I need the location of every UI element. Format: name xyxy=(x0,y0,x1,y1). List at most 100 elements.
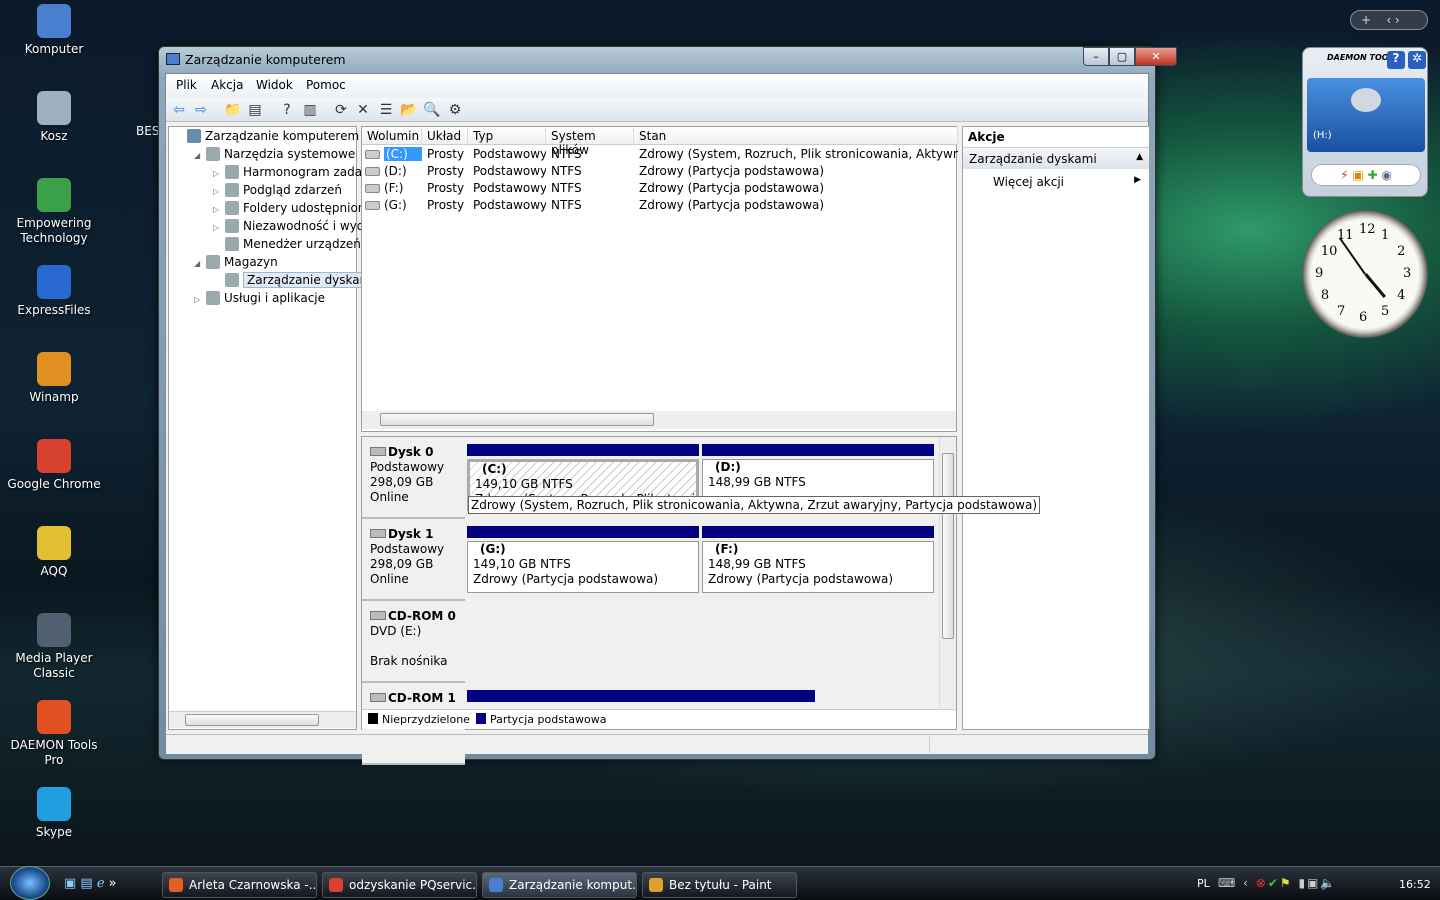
menu-widok[interactable]: Widok xyxy=(256,78,293,92)
sidebar-controls[interactable]: + ‹ › xyxy=(1350,10,1428,30)
tree-item[interactable]: ▷ Usługi i aplikacje xyxy=(194,291,325,305)
desktop-icon[interactable]: DAEMON Tools Pro xyxy=(0,696,108,768)
taskbar-button[interactable]: odzyskanie PQservic... xyxy=(322,872,477,898)
close-button[interactable]: ✕ xyxy=(1135,47,1177,66)
expander-icon[interactable]: ▷ xyxy=(213,187,225,196)
column-header[interactable]: Stan xyxy=(634,127,958,145)
expander-icon[interactable]: ◢ xyxy=(194,259,206,268)
scroll-thumb[interactable] xyxy=(942,453,954,639)
quick-launch[interactable]: ▣ ▤ ℯ » xyxy=(64,876,117,891)
desktop-icon[interactable]: ExpressFiles xyxy=(0,261,108,318)
up-folder-icon[interactable]: 📁 xyxy=(224,101,242,119)
expander-icon[interactable]: ▷ xyxy=(213,223,225,232)
desktop-icon[interactable]: Google Chrome xyxy=(0,435,108,492)
more-actions-item[interactable]: Więcej akcji ▶ xyxy=(963,173,1149,191)
table-row[interactable]: (G:) Prosty Podstawowy NTFS Zdrowy (Partycja… xyxy=(362,197,956,214)
desktop-icon[interactable]: Komputer xyxy=(0,0,108,57)
show-hide-tree-icon[interactable]: ▤ xyxy=(246,101,264,119)
tree-item[interactable]: ◢ Narzędzia systemowe xyxy=(194,147,355,161)
tree-item[interactable]: ▷ Foldery udostępnione xyxy=(213,201,373,215)
expander-icon[interactable]: ◢ xyxy=(194,151,206,160)
disk-label[interactable]: Dysk 1 Podstawowy 298,09 GB Online xyxy=(362,519,465,601)
taskbar-button[interactable]: Zarządzanie komput... xyxy=(482,872,637,898)
tree-item[interactable]: Zarządzanie dyskami xyxy=(213,272,379,288)
tree-item[interactable]: Menedżer urządzeń xyxy=(213,237,361,251)
forward-icon[interactable]: ⇨ xyxy=(192,101,210,119)
legend-swatch xyxy=(368,713,378,724)
table-cell: NTFS xyxy=(551,147,582,161)
shortcut-icon xyxy=(37,265,71,299)
actions-section-label: Zarządzanie dyskami xyxy=(969,152,1097,166)
tree-item[interactable]: Zarządzanie komputerem (loka xyxy=(175,129,392,143)
desktop-icon[interactable]: Winamp xyxy=(0,348,108,405)
table-cell: (D:) xyxy=(384,164,407,178)
task-label: Bez tytułu - Paint xyxy=(669,878,772,892)
desktop-icon-label: ExpressFiles xyxy=(17,303,91,317)
table-row[interactable]: (C:) Prosty Podstawowy NTFS Zdrowy (System, … xyxy=(362,146,958,163)
tray-icons[interactable]: ⌨ ‹ ⊗✔⚑ ▮▣🔈 xyxy=(1218,876,1337,890)
column-header[interactable]: Wolumin xyxy=(362,127,422,145)
expander-icon[interactable]: ▷ xyxy=(213,169,225,178)
start-button[interactable] xyxy=(10,866,50,900)
desktop-icon[interactable]: Kosz xyxy=(0,87,108,144)
volume-icon xyxy=(365,167,380,176)
clock-number: 9 xyxy=(1315,266,1324,281)
language-indicator[interactable]: PL xyxy=(1197,877,1210,890)
settings-icon[interactable]: ⚙ xyxy=(446,101,464,119)
taskbar-button[interactable]: Bez tytułu - Paint xyxy=(642,872,797,898)
delete-icon[interactable]: ✕ xyxy=(354,101,372,119)
table-row[interactable]: (F:) Prosty Podstawowy NTFS Zdrowy (Partycja… xyxy=(362,180,956,197)
more-actions-label: Więcej akcji xyxy=(993,175,1065,189)
help-icon[interactable]: ? xyxy=(278,101,296,119)
help-icon[interactable]: ? xyxy=(1387,51,1405,69)
tree-item[interactable]: ▷ Harmonogram zadań xyxy=(213,165,370,179)
tree-item[interactable]: ◢ Magazyn xyxy=(194,255,278,269)
taskbar-button[interactable]: Arleta Czarnowska -... xyxy=(162,872,317,898)
desktop-icon[interactable]: Empowering Technology xyxy=(0,174,108,246)
maximize-button[interactable]: ▢ xyxy=(1109,47,1135,66)
search-icon[interactable]: 🔍 xyxy=(423,101,441,119)
shortcut-icon xyxy=(37,439,71,473)
show-hide-action-icon[interactable]: ▥ xyxy=(301,101,319,119)
table-cell: Zdrowy (Partycja podstawowa) xyxy=(639,164,825,178)
toolbar: ⇦ ⇨ 📁 ▤? ▥ ⟳ ✕ ☰ 📂 🔍 ⚙ xyxy=(166,98,1148,122)
refresh-icon[interactable]: ⟳ xyxy=(332,101,350,119)
menu-akcja[interactable]: Akcja xyxy=(211,78,243,92)
tree-item-label: Magazyn xyxy=(224,255,278,269)
open-icon[interactable]: 📂 xyxy=(400,101,418,119)
clock-number: 2 xyxy=(1397,244,1406,259)
disk-label[interactable]: CD-ROM 0 DVD (E:) Brak nośnika xyxy=(362,601,465,683)
virtual-drive[interactable]: (H:) xyxy=(1307,78,1425,152)
menu-pomoc[interactable]: Pomoc xyxy=(306,78,346,92)
properties-icon[interactable]: ☰ xyxy=(377,101,395,119)
actions-section[interactable]: Zarządzanie dyskami ▲ xyxy=(963,147,1149,169)
gadget-actions[interactable]: ⚡ ▣ ✚ ◉ xyxy=(1311,164,1421,186)
tree-item-label: Podgląd zdarzeń xyxy=(243,183,342,197)
clock[interactable]: 16:52 xyxy=(1399,878,1431,891)
legend-label: Nieprzydzielone xyxy=(382,713,470,726)
column-header[interactable]: Układ xyxy=(422,127,468,145)
partition[interactable]: (F:) 148,99 GB NTFS Zdrowy (Partycja podst… xyxy=(702,541,934,593)
column-header[interactable]: Typ xyxy=(468,127,546,145)
desktop-icon[interactable]: Media Player Classic xyxy=(0,609,108,681)
partition[interactable]: (G:) 149,10 GB NTFS Zdrowy (Partycja podst… xyxy=(467,541,699,593)
tree-item[interactable]: ▷ Niezawodność i wydajn xyxy=(213,219,383,233)
tree-item[interactable]: ▷ Podgląd zdarzeń xyxy=(213,183,342,197)
tree-node-icon xyxy=(225,219,239,233)
volume-hscrollbar[interactable] xyxy=(362,411,956,429)
daemon-tools-gadget[interactable]: DAEMON TOOLS ? ✲ (H:) ⚡ ▣ ✚ ◉ xyxy=(1302,47,1428,197)
desktop-icon-label: Winamp xyxy=(29,390,79,404)
tree-hscrollbar[interactable] xyxy=(169,711,356,728)
back-icon[interactable]: ⇦ xyxy=(170,101,188,119)
desktop-icon[interactable]: AQQ xyxy=(0,522,108,579)
settings-icon[interactable]: ✲ xyxy=(1408,51,1426,69)
minimize-button[interactable]: – xyxy=(1083,47,1109,66)
column-header[interactable]: System plików xyxy=(546,127,634,157)
table-row[interactable]: (D:) Prosty Podstawowy NTFS Zdrowy (Partycja… xyxy=(362,163,956,180)
menu-plik[interactable]: Plik xyxy=(176,78,197,92)
tree-node-icon xyxy=(225,237,239,251)
expander-icon[interactable]: ▷ xyxy=(194,295,206,304)
desktop-icon[interactable]: Skype xyxy=(0,783,108,840)
expander-icon[interactable]: ▷ xyxy=(213,205,225,214)
disk-label[interactable]: Dysk 0 Podstawowy 298,09 GB Online xyxy=(362,437,465,519)
